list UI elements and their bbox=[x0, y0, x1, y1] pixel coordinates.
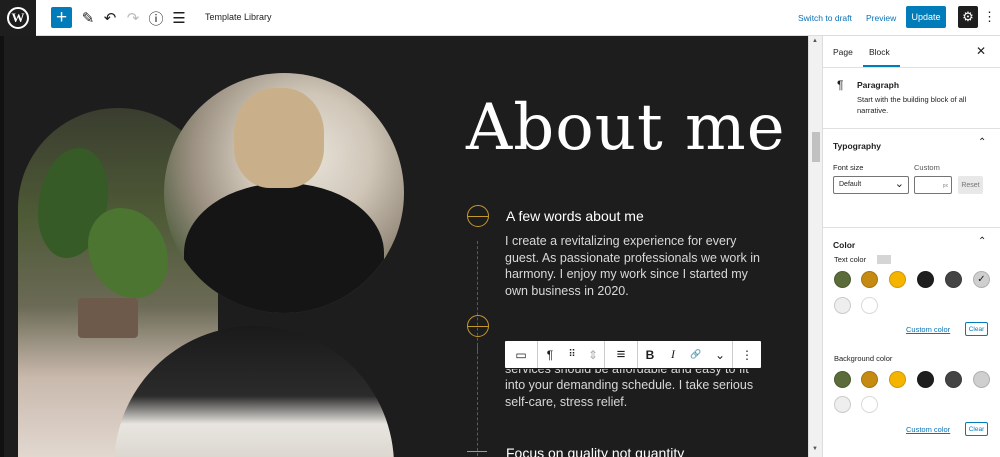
tab-page[interactable]: Page bbox=[833, 47, 853, 57]
color-swatch-yellow[interactable] bbox=[889, 271, 906, 288]
editor-top-bar: W + ✎ ↶ ↷ ⓘ ☰ Template Library Switch to… bbox=[0, 0, 1000, 36]
bg-swatch-white[interactable] bbox=[861, 396, 878, 413]
move-up-down-icon[interactable]: ⇕ bbox=[582, 341, 604, 368]
color-swatch-off-white[interactable] bbox=[834, 297, 851, 314]
custom-font-size-input[interactable]: px bbox=[914, 176, 952, 194]
color-swatch-dark-gray[interactable] bbox=[945, 271, 962, 288]
paragraph-icon[interactable]: ¶ bbox=[538, 341, 562, 368]
timeline-marker bbox=[467, 441, 489, 457]
bg-swatch-dark-gray[interactable] bbox=[945, 371, 962, 388]
block-card: ¶ Paragraph Start with the building bloc… bbox=[823, 68, 1000, 129]
color-panel: Color ⌃ Text color ✓ Custom color Clear … bbox=[823, 228, 1000, 457]
bg-swatch-off-white[interactable] bbox=[834, 396, 851, 413]
redo-icon[interactable]: ↷ bbox=[123, 8, 143, 28]
custom-text-color-link[interactable]: Custom color bbox=[906, 325, 950, 334]
section-text[interactable]: I create a revitalizing experience for e… bbox=[505, 233, 770, 299]
details-info-icon[interactable]: ⓘ bbox=[146, 8, 166, 28]
bg-swatch-ochre[interactable] bbox=[861, 371, 878, 388]
paragraph-icon: ¶ bbox=[837, 78, 844, 92]
undo-icon[interactable]: ↶ bbox=[100, 8, 120, 28]
bg-swatch-light-gray[interactable] bbox=[973, 371, 990, 388]
preview-button[interactable]: Preview bbox=[866, 13, 896, 23]
text-color-label: Text color bbox=[834, 255, 867, 264]
update-button[interactable]: Update bbox=[906, 6, 946, 28]
link-icon[interactable]: 🔗 bbox=[684, 341, 708, 368]
block-options-icon[interactable]: ⋮ bbox=[733, 341, 761, 368]
add-block-button[interactable]: + bbox=[51, 7, 72, 28]
align-text-icon[interactable]: ≡ bbox=[605, 341, 637, 368]
custom-background-color-link[interactable]: Custom color bbox=[906, 425, 950, 434]
text-color-indicator bbox=[877, 255, 891, 264]
tab-block[interactable]: Block bbox=[869, 47, 890, 57]
font-size-label: Font size bbox=[833, 163, 864, 172]
timeline-line bbox=[477, 346, 478, 456]
timeline-marker bbox=[467, 205, 489, 227]
typography-panel-title[interactable]: Typography bbox=[833, 141, 881, 151]
more-formatting-chevron-icon[interactable]: ⌄ bbox=[708, 341, 732, 368]
bg-swatch-yellow[interactable] bbox=[889, 371, 906, 388]
transform-block-icon[interactable]: ▭ bbox=[505, 341, 537, 368]
section-title[interactable]: Focus on quality not quantity bbox=[506, 445, 684, 457]
settings-sidebar: Page Block ✕ ¶ Paragraph Start with the … bbox=[822, 36, 1000, 457]
bg-swatch-green[interactable] bbox=[834, 371, 851, 388]
color-swatch-green[interactable] bbox=[834, 271, 851, 288]
active-tab-indicator bbox=[863, 65, 900, 67]
list-view-icon[interactable]: ☰ bbox=[169, 8, 189, 28]
bg-swatch-black[interactable] bbox=[917, 371, 934, 388]
background-color-label: Background color bbox=[834, 354, 893, 363]
bold-button[interactable]: B bbox=[638, 341, 662, 368]
custom-size-label: Custom bbox=[914, 163, 940, 172]
document-title[interactable]: Template Library bbox=[205, 12, 272, 22]
therapist-photo[interactable] bbox=[164, 73, 404, 313]
typography-panel: Typography ⌃ Font size Custom Default px… bbox=[823, 129, 1000, 228]
section-title[interactable]: A few words about me bbox=[506, 208, 644, 224]
edit-tools-icon[interactable]: ✎ bbox=[78, 8, 98, 28]
close-icon[interactable]: ✕ bbox=[976, 44, 986, 58]
color-swatch-ochre[interactable] bbox=[861, 271, 878, 288]
color-swatch-black[interactable] bbox=[917, 271, 934, 288]
canvas-scrollbar[interactable]: ▲ ▼ bbox=[808, 36, 822, 457]
clear-background-color-button[interactable]: Clear bbox=[965, 422, 988, 436]
color-swatch-white[interactable] bbox=[861, 297, 878, 314]
chevron-up-icon[interactable]: ⌃ bbox=[978, 236, 986, 247]
page-heading[interactable]: About me bbox=[466, 91, 786, 165]
switch-to-draft-button[interactable]: Switch to draft bbox=[798, 13, 852, 23]
wordpress-logo-icon[interactable]: W bbox=[0, 0, 36, 36]
drag-handle-icon[interactable]: ⠿ bbox=[562, 341, 582, 368]
chevron-up-icon[interactable]: ⌃ bbox=[978, 137, 986, 148]
block-description: Start with the building block of all nar… bbox=[857, 95, 967, 115]
color-swatch-light-gray-selected[interactable]: ✓ bbox=[973, 271, 990, 288]
color-panel-title[interactable]: Color bbox=[833, 240, 855, 250]
reset-button[interactable]: Reset bbox=[958, 176, 983, 194]
editor-canvas[interactable]: About me A few words about me I create a… bbox=[0, 36, 808, 457]
block-toolbar: ▭ ¶ ⠿ ⇕ ≡ B I 🔗 ⌄ ⋮ bbox=[504, 340, 762, 369]
settings-gear-icon[interactable]: ⚙ bbox=[958, 6, 978, 28]
italic-button[interactable]: I bbox=[662, 341, 684, 368]
more-options-icon[interactable]: ⋮ bbox=[983, 9, 996, 27]
block-name: Paragraph bbox=[857, 80, 900, 90]
clear-text-color-button[interactable]: Clear bbox=[965, 322, 988, 336]
timeline-marker bbox=[467, 315, 489, 337]
font-size-select[interactable]: Default bbox=[833, 176, 909, 194]
